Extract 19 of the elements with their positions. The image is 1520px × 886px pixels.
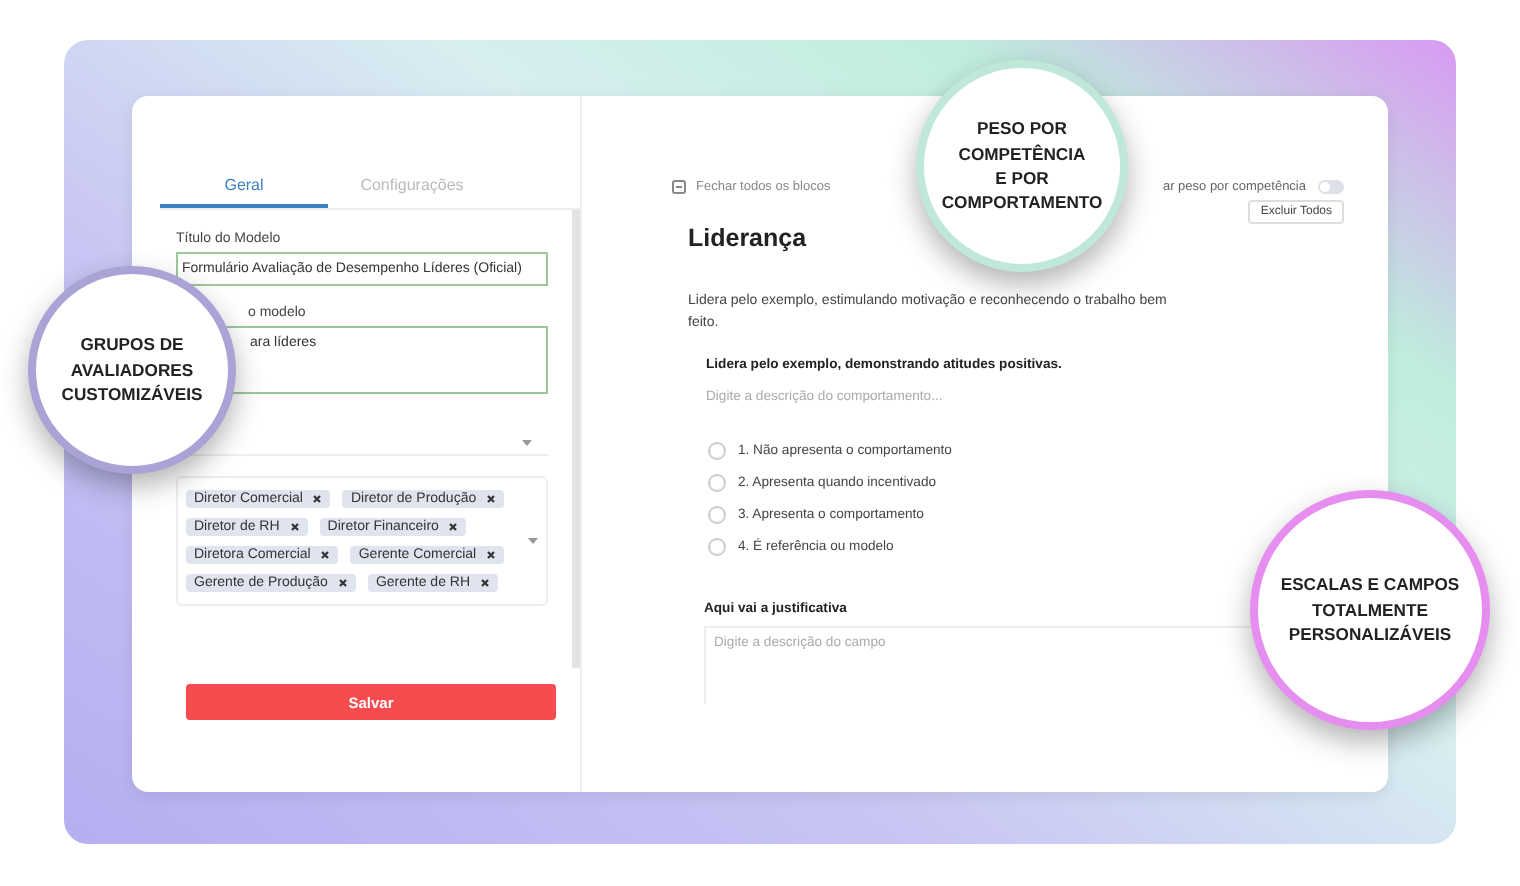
collapse-icon bbox=[672, 180, 686, 194]
radio-button[interactable] bbox=[708, 441, 726, 460]
remove-icon[interactable] bbox=[480, 578, 491, 588]
remove-icon[interactable] bbox=[337, 578, 348, 588]
tab[interactable]: Geral bbox=[160, 176, 328, 208]
caret-icon bbox=[528, 538, 538, 544]
remove-icon[interactable] bbox=[312, 494, 323, 504]
caret-icon bbox=[522, 439, 532, 445]
radio-button[interactable] bbox=[708, 505, 726, 524]
remove-icon[interactable] bbox=[289, 522, 300, 532]
callout-text: PESO POR COMPETÊNCIA E POR COMPORTAMENTO bbox=[941, 116, 1103, 216]
radio-button[interactable] bbox=[708, 537, 726, 556]
remove-icon[interactable] bbox=[448, 522, 459, 532]
remove-icon[interactable] bbox=[320, 550, 331, 560]
remove-icon[interactable] bbox=[486, 550, 497, 560]
block-title: Liderança bbox=[688, 224, 809, 252]
weight-toggle[interactable] bbox=[1318, 180, 1344, 194]
remove-icon[interactable] bbox=[486, 494, 497, 504]
radio-button[interactable] bbox=[708, 473, 726, 492]
